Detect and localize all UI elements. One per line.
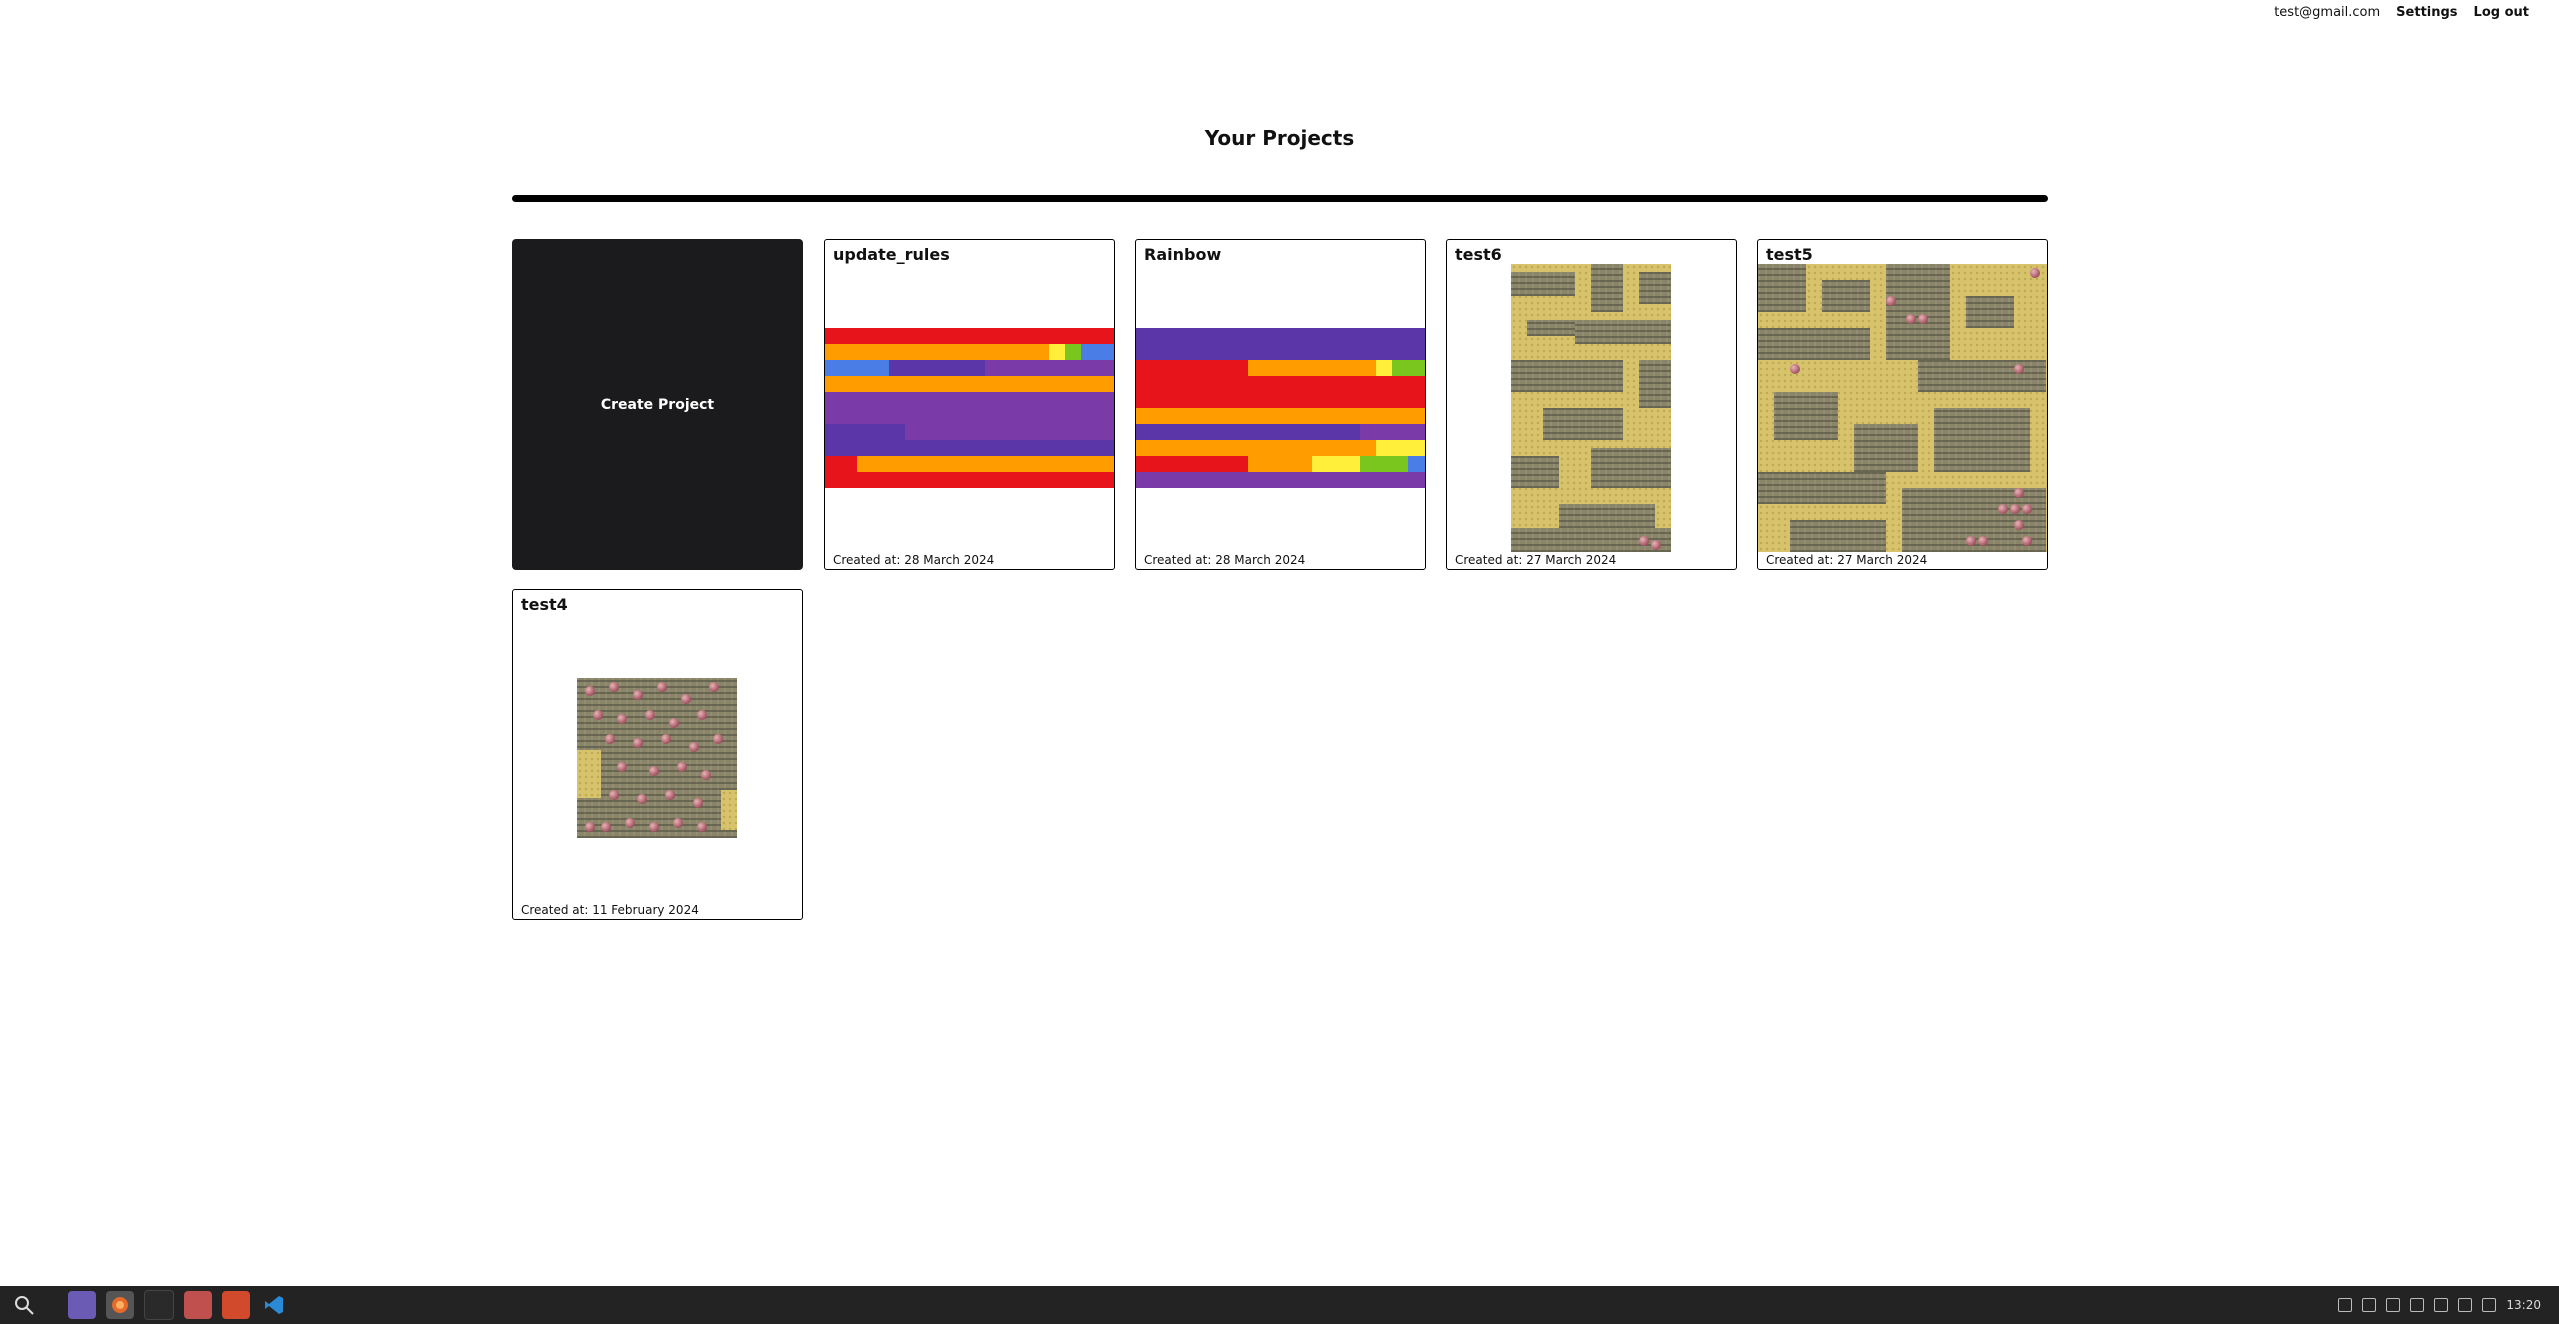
wifi-icon[interactable] [2434,1298,2449,1312]
system-tray: 13:20 [2338,1286,2541,1324]
taskbar: 13:20 [0,1286,2559,1324]
network-icon[interactable] [2410,1298,2425,1312]
firefox-icon[interactable] [106,1291,134,1319]
created-date: Created at: 27 March 2024 [1455,553,1617,567]
created-date: Created at: 11 February 2024 [521,903,699,917]
project-card-update-rules[interactable]: update_rules Created at: 28 March 2024 [824,239,1115,570]
project-title: test5 [1766,245,1813,264]
logout-link[interactable]: Log out [2466,5,2537,20]
project-thumbnail [825,328,1114,488]
created-date: Created at: 27 March 2024 [1766,553,1928,567]
vscode-icon[interactable] [260,1291,288,1319]
clipboard-icon[interactable] [2362,1298,2377,1312]
page-title: Your Projects [1204,126,1355,150]
create-project-label: Create Project [600,396,715,413]
search-icon[interactable] [10,1291,38,1319]
project-card-test6[interactable]: test6 Created at: 27 March 2024 [1446,239,1737,570]
files-icon[interactable] [68,1291,96,1319]
project-title: update_rules [833,245,950,264]
project-thumbnail [1136,328,1425,488]
settings-link[interactable]: Settings [2388,5,2465,20]
project-thumbnail [1758,264,2047,552]
top-nav: test@gmail.com Settings Log out [2266,0,2559,24]
clock[interactable]: 13:20 [2506,1298,2541,1312]
project-thumbnail [1511,264,1671,552]
project-thumbnail [577,678,737,838]
created-date: Created at: 28 March 2024 [1144,553,1306,567]
project-title: test4 [521,595,568,614]
terminal-icon[interactable] [144,1290,174,1320]
volume-icon[interactable] [2458,1298,2473,1312]
project-card-test4[interactable]: test4 Created at: 11 February 2024 [512,589,803,920]
user-email: test@gmail.com [2274,4,2381,20]
shield-icon[interactable] [2386,1298,2401,1312]
software-icon[interactable] [222,1291,250,1319]
divider [512,195,2048,202]
project-title: test6 [1455,245,1502,264]
project-title: Rainbow [1144,245,1222,264]
create-project-button[interactable]: Create Project [512,239,803,570]
created-date: Created at: 28 March 2024 [833,553,995,567]
bluetooth-icon[interactable] [2338,1298,2353,1312]
image-viewer-icon[interactable] [184,1291,212,1319]
brightness-icon[interactable] [2482,1298,2497,1312]
project-card-test5[interactable]: test5 Created at: 27 March 2024 [1757,239,2048,570]
project-card-rainbow[interactable]: Rainbow Created at: 28 March 2024 [1135,239,1426,570]
